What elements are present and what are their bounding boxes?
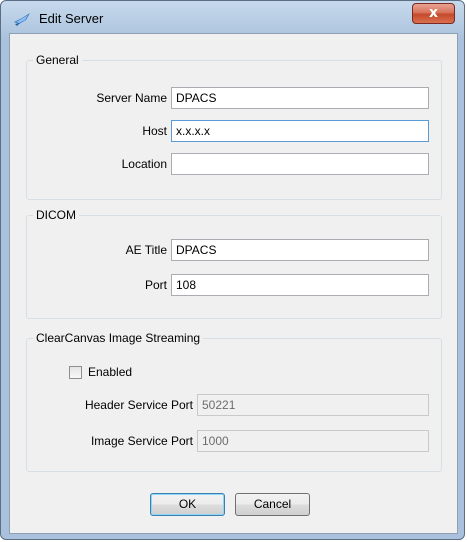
header-port-label: Header Service Port <box>84 398 193 412</box>
edit-server-dialog: Edit Server x General Server Name DPACS … <box>0 0 465 540</box>
enabled-label[interactable]: Enabled <box>88 365 132 379</box>
close-button[interactable]: x <box>412 3 455 24</box>
title-bar[interactable]: Edit Server x <box>1 1 464 35</box>
dicom-group: DICOM AE Title DPACS Port 108 <box>26 208 442 319</box>
image-port-label: Image Service Port <box>90 434 193 448</box>
image-port-field[interactable]: 1000 <box>197 430 429 452</box>
location-label: Location <box>121 157 167 171</box>
general-group: General Server Name DPACS Host x.x.x.x L… <box>26 53 442 200</box>
ae-title-field[interactable]: DPACS <box>171 239 429 261</box>
window-title: Edit Server <box>39 11 104 26</box>
header-port-field[interactable]: 50221 <box>197 394 429 416</box>
host-field[interactable]: x.x.x.x <box>171 120 429 142</box>
dicom-group-label: DICOM <box>33 208 79 222</box>
enabled-checkbox[interactable] <box>69 366 82 379</box>
port-field[interactable]: 108 <box>171 274 429 296</box>
cancel-button[interactable]: Cancel <box>235 493 310 516</box>
streaming-group-label: ClearCanvas Image Streaming <box>33 331 204 345</box>
server-name-field[interactable]: DPACS <box>171 87 429 109</box>
ae-title-label: AE Title <box>125 243 167 257</box>
dialog-body: General Server Name DPACS Host x.x.x.x L… <box>9 33 458 534</box>
streaming-group: ClearCanvas Image Streaming Enabled Head… <box>26 331 442 472</box>
ok-button[interactable]: OK <box>150 493 225 516</box>
host-label: Host <box>142 124 167 138</box>
close-icon: x <box>428 5 439 21</box>
port-label: Port <box>144 278 167 292</box>
app-icon <box>13 11 31 27</box>
location-field[interactable] <box>171 153 429 175</box>
general-group-label: General <box>33 53 82 67</box>
server-name-label: Server Name <box>96 91 167 105</box>
